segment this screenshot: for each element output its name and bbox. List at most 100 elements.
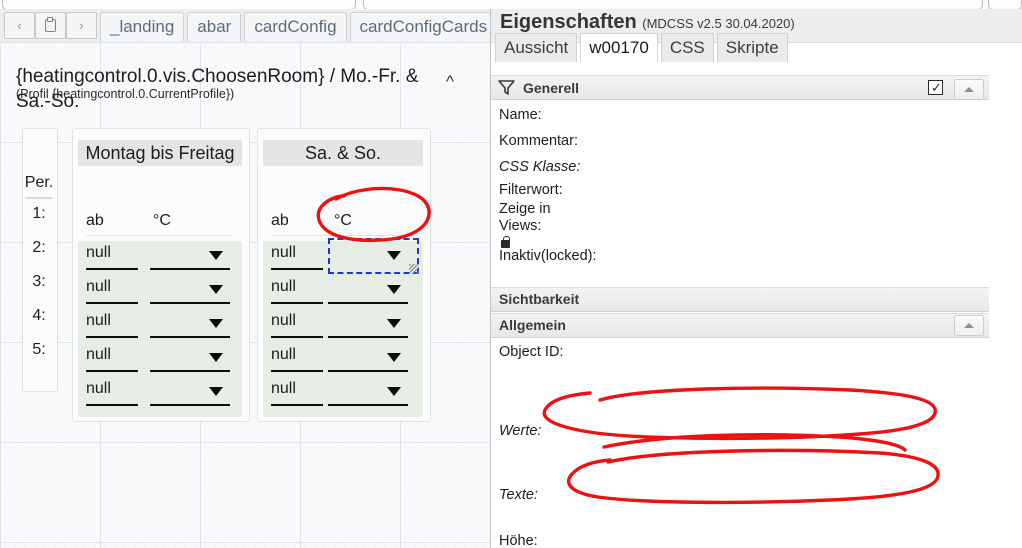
weekend-column-title: Sa. & So. [263, 140, 423, 166]
weekday-period-1-row: null [78, 242, 242, 277]
weekday-period-4-row: null [78, 344, 242, 379]
weekend-period-4-row: null [263, 344, 423, 379]
weekday-rule-ab [86, 235, 152, 236]
weekend-period-2-temp-caret-icon[interactable] [387, 285, 401, 294]
period-label-1: 1: [32, 205, 46, 222]
weekend-period-5-row: null [263, 378, 423, 413]
section-label-allgemein: Allgemein [499, 317, 566, 333]
weekend-period-2-row: null [263, 276, 423, 311]
vis-canvas[interactable]: {heatingcontrol.0.vis.ChoosenRoom} / Mo.… [0, 42, 490, 548]
chevron-up-icon [964, 323, 974, 328]
weekend-subheader-ab: ab [271, 212, 289, 229]
weekend-rule-ab [271, 235, 333, 236]
period-column-header: Per. [24, 174, 54, 191]
weekend-rule-temp [334, 235, 414, 236]
weekend-period-3-time-value[interactable]: null [271, 312, 296, 330]
view-tab-abar[interactable]: abar [187, 12, 242, 41]
weekday-period-4-time-value[interactable]: null [86, 346, 111, 364]
weekday-period-4-temp-underline [150, 370, 230, 373]
generell-collapse-button[interactable] [954, 79, 984, 100]
weekday-period-5-time-value[interactable]: null [86, 380, 111, 398]
period-header-rule [26, 197, 52, 199]
label-inaktiv: Inaktiv(locked): [499, 248, 597, 264]
chrome-pill-3 [988, 0, 1022, 9]
weekend-period-3-temp-caret-icon[interactable] [387, 319, 401, 328]
vis-editor-pane: ‹ › _landing abar cardConfig cardConfigC… [0, 9, 490, 548]
label-name: Name: [499, 107, 542, 123]
view-navbar: ‹ › _landing abar cardConfig cardConfigC… [0, 9, 490, 43]
tab-skripte[interactable]: Skripte [716, 33, 788, 62]
weekday-period-5-temp-underline [150, 404, 230, 407]
weekday-period-1-time-value[interactable]: null [86, 244, 111, 262]
weekday-period-2-temp-underline [150, 302, 230, 305]
weekday-period-2-temp-caret-icon[interactable] [209, 285, 223, 294]
resize-grip[interactable] [409, 264, 419, 274]
view-tab-cardconfig[interactable]: cardConfig [244, 12, 347, 41]
weekday-period-4-time-underline [86, 370, 138, 373]
view-tab-cardconfigcards[interactable]: cardConfigCards [349, 12, 490, 41]
nav-forward-button[interactable]: › [66, 12, 97, 39]
screenshot-root: ‹ › _landing abar cardConfig cardConfigC… [0, 0, 1022, 548]
weekend-period-5-time-value[interactable]: null [271, 380, 296, 398]
weekend-period-4-time-value[interactable]: null [271, 346, 296, 364]
view-tab-landing[interactable]: _landing [100, 12, 185, 41]
weekday-rule-temp [153, 235, 233, 236]
weekday-period-4-temp-caret-icon[interactable] [209, 353, 223, 362]
weekday-period-1-time-underline [86, 268, 138, 271]
weekend-period-3-time-underline [271, 336, 323, 339]
check-icon: ✓ [931, 80, 942, 95]
tab-aussicht[interactable]: Aussicht [495, 33, 578, 62]
weekend-period-5-temp-caret-icon[interactable] [387, 387, 401, 396]
chevron-up-icon [964, 87, 974, 92]
weekday-subheader-temp: °C [153, 212, 171, 229]
weekday-period-2-time-value[interactable]: null [86, 278, 111, 296]
label-kommentar: Kommentar: [499, 133, 578, 149]
weekend-period-5-time-underline [271, 404, 323, 407]
label-css-klasse: CSS Klasse: [499, 159, 581, 175]
nav-back-button[interactable]: ‹ [4, 12, 35, 39]
weekend-period-4-temp-caret-icon[interactable] [387, 353, 401, 362]
widget-subtitle: (Profil {heatingcontrol.0.CurrentProfile… [16, 87, 235, 101]
properties-title-text: Eigenschaften [500, 11, 637, 33]
widget-collapse-icon[interactable]: ^ [440, 72, 460, 92]
section-label-sichtbarkeit: Sichtbarkeit [499, 291, 580, 307]
tab-css[interactable]: CSS [660, 33, 714, 62]
section-label-generell: Generell [523, 80, 580, 96]
clipboard-icon [45, 17, 56, 32]
weekday-period-5-temp-caret-icon[interactable] [209, 387, 223, 396]
label-zeige-in-views: Zeige in Views: [499, 201, 551, 234]
label-filterwort: Filterwort: [499, 182, 563, 198]
weekday-column-title: Montag bis Freitag [78, 140, 242, 166]
label-object-id: Object ID: [499, 344, 564, 360]
period-label-3: 3: [32, 273, 46, 290]
clipboard-button[interactable] [35, 12, 66, 39]
generell-checkbox[interactable]: ✓ [928, 80, 943, 95]
weekend-period-2-time-value[interactable]: null [271, 278, 296, 296]
weekend-period-2-time-underline [271, 302, 323, 305]
selected-widget-outline[interactable] [328, 238, 419, 274]
weekday-period-3-temp-caret-icon[interactable] [209, 319, 223, 328]
weekday-period-5-row: null [78, 378, 242, 413]
weekday-period-1-temp-caret-icon[interactable] [209, 251, 223, 260]
weekday-period-3-time-value[interactable]: null [86, 312, 111, 330]
weekday-period-1-temp-underline [150, 268, 230, 271]
window-chrome-strip [0, 0, 1022, 9]
label-texte: Texte: [499, 487, 538, 503]
weekday-period-3-row: null [78, 310, 242, 345]
weekend-subheader-temp: °C [334, 212, 352, 229]
weekend-period-1-time-underline [271, 268, 323, 271]
funnel-icon [498, 80, 515, 95]
weekend-period-4-temp-underline [328, 370, 408, 373]
weekday-subheader-ab: ab [86, 212, 104, 229]
tab-w00170[interactable]: w00170 [580, 33, 658, 62]
weekend-period-5-temp-underline [328, 404, 408, 407]
weekday-period-2-time-underline [86, 302, 138, 305]
view-tabstrip: _landing abar cardConfig cardConfigCards [100, 9, 490, 42]
period-label-4: 4: [32, 307, 46, 324]
weekend-period-3-row: null [263, 310, 423, 345]
weekend-period-2-temp-underline [328, 302, 408, 305]
period-label-5: 5: [32, 341, 46, 358]
allgemein-collapse-button[interactable] [954, 315, 984, 336]
weekend-period-1-time-value[interactable]: null [271, 244, 296, 262]
label-hoehe: Höhe: [499, 533, 538, 548]
